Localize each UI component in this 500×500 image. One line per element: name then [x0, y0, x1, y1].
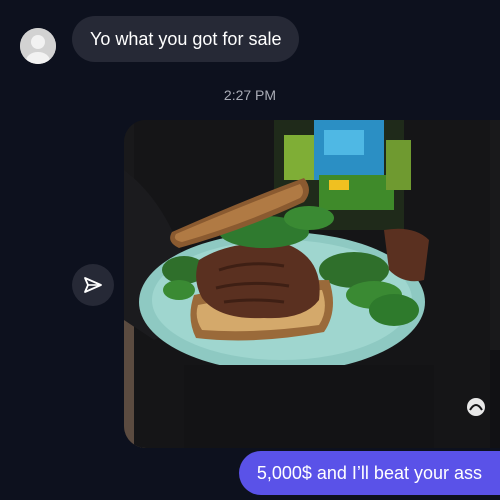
default-user-avatar-icon	[20, 28, 56, 64]
sender-avatar[interactable]	[20, 28, 56, 64]
share-paper-plane-icon	[84, 277, 102, 293]
share-button[interactable]	[72, 264, 114, 306]
message-timestamp: 2:27 PM	[223, 87, 277, 103]
shared-photo[interactable]	[124, 120, 500, 448]
outgoing-message-bubble[interactable]: 5,000$ and I’ll beat your ass	[238, 451, 500, 495]
sandwich-photo-image	[124, 120, 500, 448]
outgoing-message-text: 5,000$ and I’ll beat your ass	[256, 463, 482, 483]
chat-screen: Yo what you got for sale 2:27 PM 5,000$ …	[0, 0, 500, 500]
incoming-message-text: Yo what you got for sale	[90, 29, 282, 49]
incoming-message-bubble[interactable]: Yo what you got for sale	[72, 16, 300, 62]
